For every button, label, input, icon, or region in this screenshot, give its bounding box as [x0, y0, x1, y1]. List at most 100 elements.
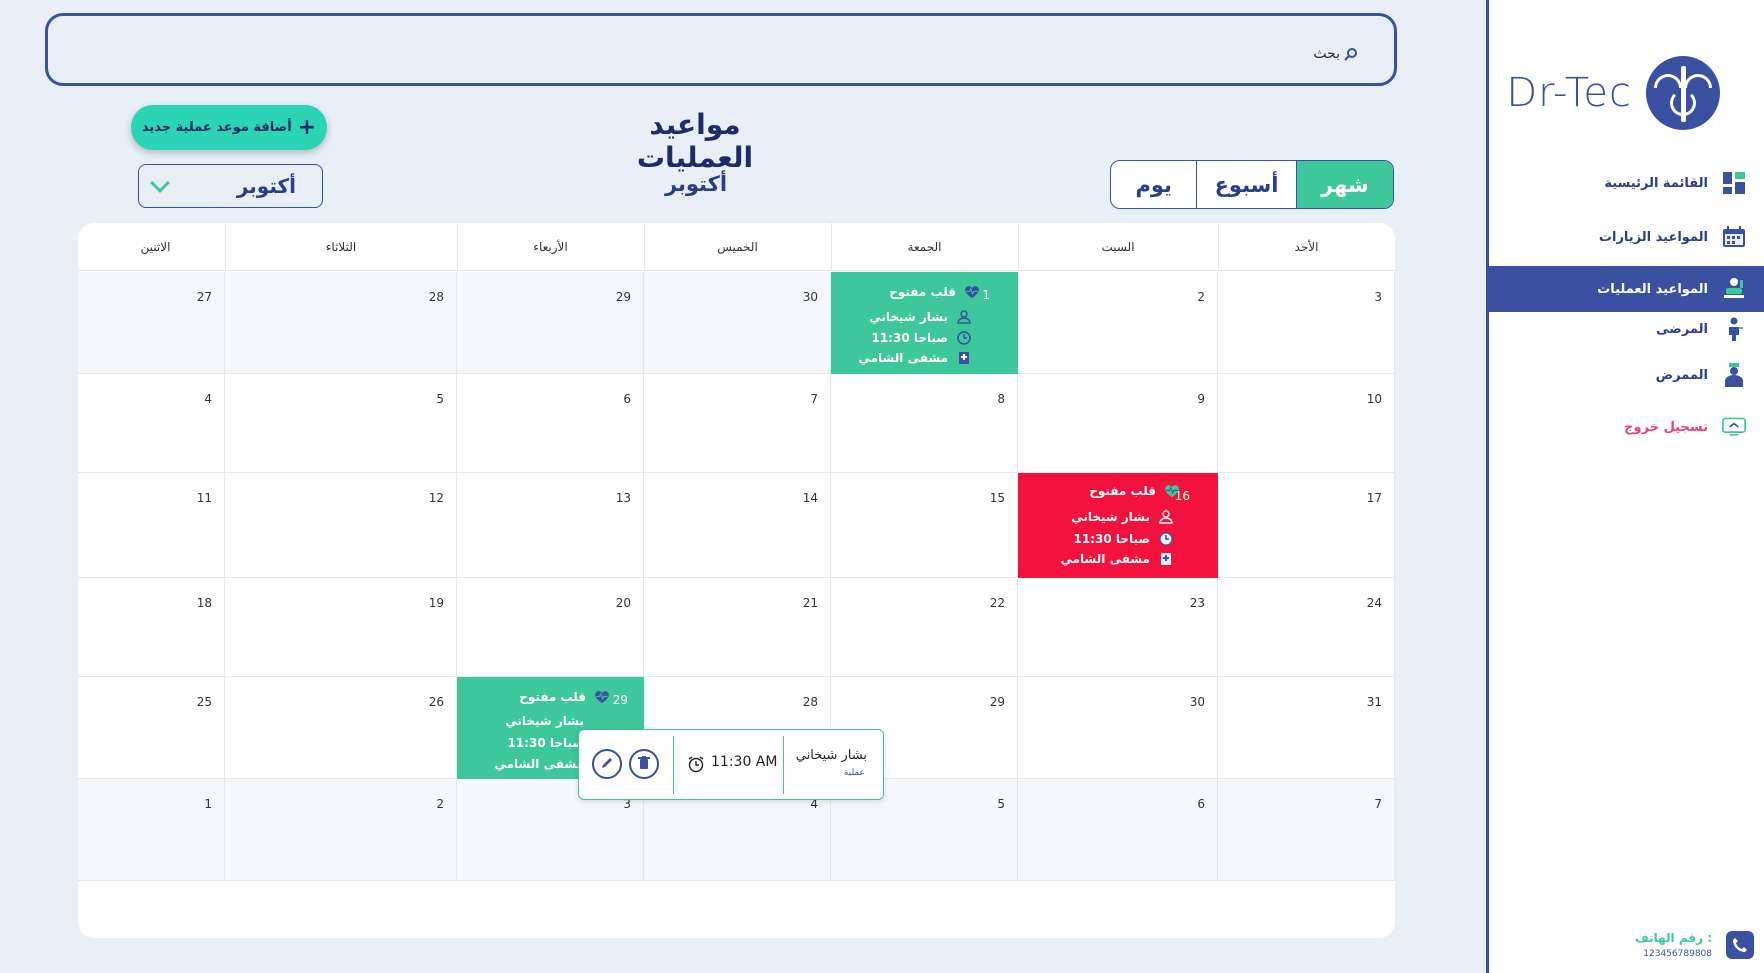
- day-cell[interactable]: 26: [225, 677, 457, 779]
- view-toggle: يوم أسبوع شهر: [1110, 160, 1394, 209]
- weekday-header: الخميس: [717, 240, 758, 254]
- day-cell[interactable]: 2: [1018, 272, 1218, 374]
- sidebar-item-label: المواعيد العمليات: [1597, 281, 1708, 297]
- search-label: بحث: [1313, 46, 1340, 62]
- user-icon: [956, 309, 972, 325]
- day-cell[interactable]: 27: [78, 272, 225, 374]
- event-time-row: 11:30 صباحا: [507, 736, 584, 750]
- day-cell[interactable]: 13: [457, 473, 644, 578]
- view-week-button[interactable]: أسبوع: [1197, 161, 1297, 208]
- day-cell[interactable]: 1: [78, 779, 225, 881]
- search-icon: [1344, 48, 1357, 61]
- chevron-down-icon: [150, 173, 170, 193]
- delete-button[interactable]: [629, 749, 659, 779]
- event-patient-row: بشار شيخاني: [505, 714, 584, 728]
- weekday-header: الاثنين: [140, 240, 171, 254]
- logout-icon: [1722, 415, 1746, 439]
- calendar-icon: [1722, 225, 1746, 249]
- day-cell[interactable]: 6: [457, 374, 644, 473]
- day-cell[interactable]: 24: [1218, 578, 1395, 677]
- patient-icon: [1722, 317, 1746, 341]
- sidebar-item-label: تسجيل خروج: [1624, 419, 1708, 435]
- trash-icon: [638, 755, 650, 774]
- event-title-row: قلب مفتوح: [1089, 483, 1180, 499]
- sidebar-item-visits[interactable]: المواعيد الزيارات: [1489, 214, 1764, 260]
- phone-icon: [1726, 931, 1754, 959]
- heart-icon: [964, 284, 980, 300]
- search-input[interactable]: بحث: [45, 13, 1397, 86]
- day-cell[interactable]: 20: [457, 578, 644, 677]
- event-day-number: 29: [612, 693, 628, 707]
- sidebar-item-label: المواعيد الزيارات: [1598, 229, 1708, 245]
- day-cell[interactable]: 7: [644, 374, 831, 473]
- day-cell[interactable]: 2: [225, 779, 457, 881]
- hospital-icon: [956, 350, 972, 366]
- day-cell[interactable]: 9: [1018, 374, 1218, 473]
- day-cell[interactable]: 7: [1218, 779, 1395, 881]
- event-patient-row: بشار شيخاني: [869, 309, 972, 325]
- day-cell[interactable]: 12: [225, 473, 457, 578]
- day-cell[interactable]: 4: [78, 374, 225, 473]
- day-cell[interactable]: 23: [1018, 578, 1218, 677]
- day-cell[interactable]: 29: [457, 272, 644, 374]
- view-day-button[interactable]: يوم: [1111, 161, 1198, 208]
- event-title-row: قلب مفتوح: [519, 689, 610, 705]
- view-month-button[interactable]: شهر: [1296, 161, 1393, 208]
- day-cell[interactable]: 31: [1218, 677, 1395, 779]
- page-title: مواعيد العمليات: [636, 108, 754, 174]
- day-cell[interactable]: 18: [78, 578, 225, 677]
- phone-number: 123456789808: [1643, 949, 1712, 959]
- operation-event[interactable]: 1 قلب مفتوح بشار شيخاني 11:30 صباحا مشفى…: [831, 272, 1018, 374]
- add-button-label: أضافة موعد عملية جديد: [141, 120, 292, 135]
- day-cell[interactable]: 17: [1218, 473, 1395, 578]
- add-operation-button[interactable]: أضافة موعد عملية جديد +: [131, 105, 327, 150]
- day-cell[interactable]: 5: [225, 374, 457, 473]
- month-select[interactable]: أكتوبر: [138, 164, 323, 208]
- sidebar-item-nurse[interactable]: الممرض: [1489, 352, 1764, 398]
- surgery-icon: [1722, 277, 1746, 301]
- popup-patient-name: بشار شيخاني: [795, 748, 867, 763]
- sidebar-item-patients[interactable]: المرضى: [1489, 306, 1764, 352]
- day-cell[interactable]: 15: [831, 473, 1018, 578]
- sidebar-item-logout[interactable]: تسجيل خروج: [1489, 404, 1764, 450]
- day-cell[interactable]: 11: [78, 473, 225, 578]
- day-cell[interactable]: 30: [644, 272, 831, 374]
- current-month-label: أكتوبر: [664, 172, 728, 196]
- phone-label: رقم الهاتف :: [1634, 931, 1712, 945]
- user-icon: [1158, 509, 1174, 525]
- sidebar-item-label: القائمة الرئيسية: [1604, 175, 1708, 191]
- day-cell[interactable]: 28: [225, 272, 457, 374]
- popup-time: 11:30 AM: [711, 754, 777, 770]
- day-cell[interactable]: 8: [831, 374, 1018, 473]
- day-cell[interactable]: 14: [644, 473, 831, 578]
- sidebar-item-dashboard[interactable]: القائمة الرئيسية: [1489, 160, 1764, 206]
- sidebar-nav: القائمة الرئيسية المواعيد الزيارات الموا…: [1489, 160, 1764, 450]
- operation-event[interactable]: 16 قلب مفتوح بشار شيخاني 11:30 صباحا مشف…: [1018, 473, 1218, 578]
- phone-contact: رقم الهاتف : 123456789808: [1635, 931, 1754, 959]
- weekday-header: الثلاثاء: [325, 240, 357, 254]
- day-cell[interactable]: 21: [644, 578, 831, 677]
- logo[interactable]: Dr-Tec: [1506, 56, 1720, 130]
- day-cell[interactable]: 6: [1018, 779, 1218, 881]
- day-cell[interactable]: 30: [1018, 677, 1218, 779]
- search-label-group: بحث: [1313, 46, 1358, 62]
- hospital-icon: [1158, 551, 1174, 567]
- plus-icon: +: [297, 114, 317, 140]
- edit-button[interactable]: [592, 749, 622, 779]
- sidebar-item-label: المرضى: [1656, 321, 1708, 337]
- sidebar-item-label: الممرض: [1655, 367, 1708, 383]
- event-day-number: 1: [982, 288, 990, 302]
- caduceus-icon: [1646, 56, 1720, 130]
- alarm-clock-icon: [687, 755, 705, 777]
- day-cell[interactable]: 19: [225, 578, 457, 677]
- clock-icon: [956, 330, 972, 346]
- event-place-row: مشفى الشامي: [1060, 551, 1174, 567]
- sidebar: Dr-Tec القائمة الرئيسية المواعيد الزيارا…: [1486, 0, 1764, 973]
- day-cell[interactable]: 3: [1218, 272, 1395, 374]
- day-cell[interactable]: 10: [1218, 374, 1395, 473]
- event-time-row: 11:30 صباحا: [1073, 531, 1174, 547]
- calendar-header: الأحد السبت الجمعة الخميس الأربعاء الثلا…: [78, 223, 1395, 271]
- day-cell[interactable]: 25: [78, 677, 225, 779]
- day-cell[interactable]: 22: [831, 578, 1018, 677]
- heart-icon: [594, 689, 610, 705]
